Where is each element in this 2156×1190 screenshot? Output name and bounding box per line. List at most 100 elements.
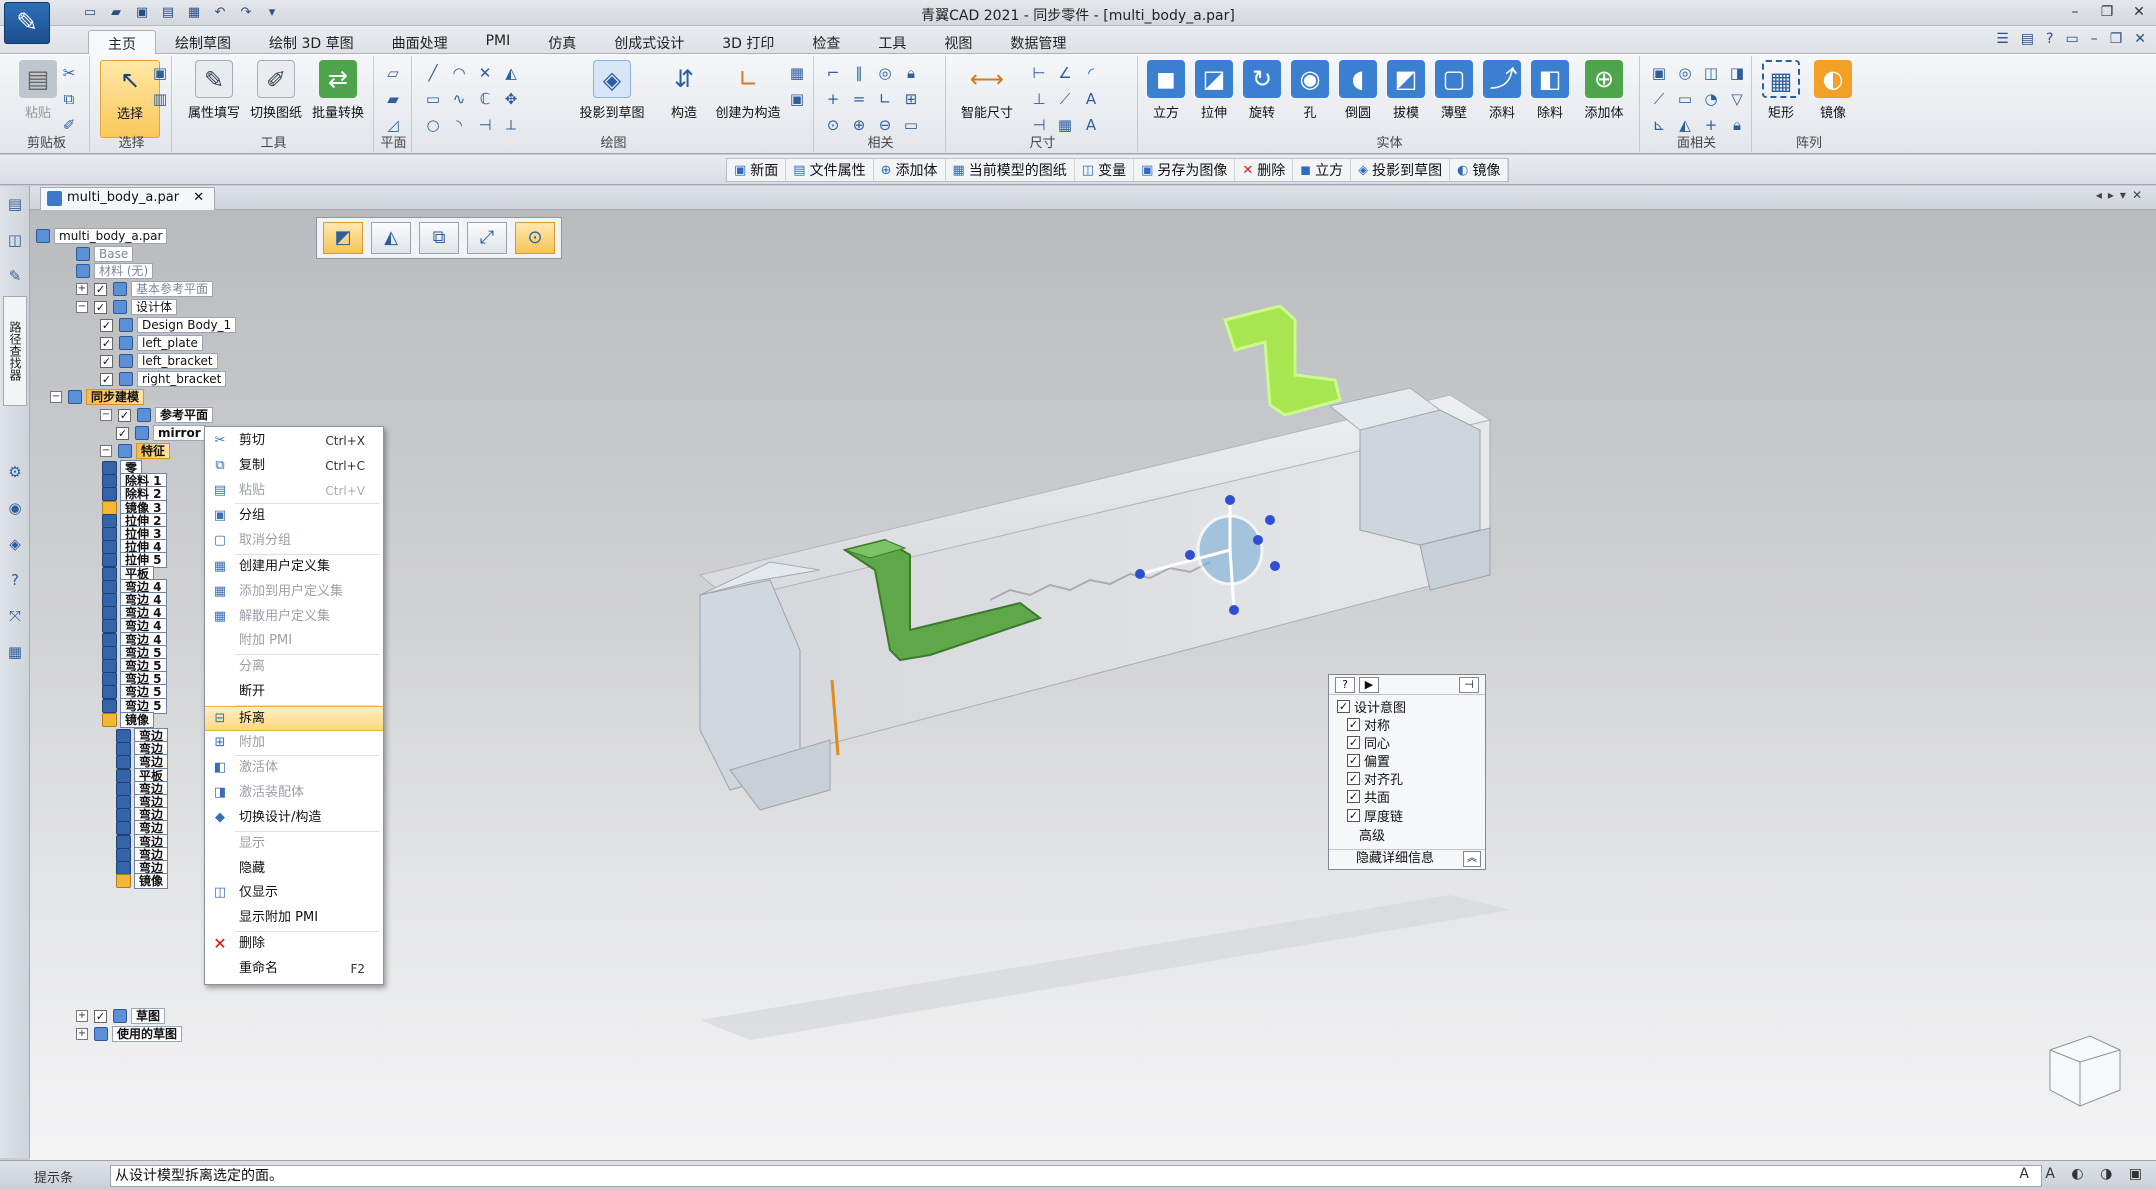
tree-node[interactable]: + ✓ 草图 <box>76 1008 166 1024</box>
pathfinder-icon[interactable]: ▤ <box>0 186 30 222</box>
command-item-7[interactable]: ◼ 立方 <box>1293 159 1352 181</box>
tab-5[interactable]: 仿真 <box>529 30 595 57</box>
axis-handle[interactable] <box>1270 561 1280 571</box>
menu-item-11[interactable]: ⊟ 拆离 <box>205 705 383 731</box>
tree-node[interactable]: − 同步建模 <box>50 389 145 405</box>
checkbox[interactable]: ✓ <box>100 318 113 332</box>
tab-8[interactable]: 检查 <box>793 30 859 57</box>
tree-node[interactable]: + 使用的草图 <box>76 1026 183 1042</box>
right-block[interactable] <box>1359 409 1481 546</box>
command-item-3[interactable]: ▦ 当前模型的图纸 <box>946 159 1075 181</box>
plane-icon[interactable]: ▱ <box>382 62 404 86</box>
hide-details-button[interactable]: 隐藏详细信息 ︽ <box>1329 849 1485 869</box>
lock-icon[interactable]: 🔒︎ <box>900 62 922 86</box>
coordinate-icon[interactable]: ⊥ <box>1028 88 1050 112</box>
axis-handle[interactable] <box>1253 535 1263 545</box>
concentric-icon[interactable]: ◎ <box>874 62 896 86</box>
parts-icon[interactable]: ◈ <box>0 526 30 562</box>
tab-10[interactable]: 视图 <box>925 30 991 57</box>
menu-item-18[interactable]: ◫ 仅显示 <box>205 881 383 906</box>
checkbox[interactable]: ✓ <box>100 336 113 350</box>
command-item-5[interactable]: ▣ 另存为图像 <box>1134 159 1236 181</box>
checkbox[interactable]: ✓ <box>118 408 131 422</box>
sketch-view-icon[interactable]: ▦ <box>786 62 808 86</box>
intent-option-checkbox[interactable]: ✓ 对齐孔 <box>1347 770 1403 788</box>
text-dim-icon[interactable]: A <box>1080 88 1102 112</box>
menu-item-21[interactable]: 重命名 F2 <box>205 957 383 982</box>
construct-button[interactable]: ⇵ 构造 <box>654 60 714 121</box>
doc-restore-icon[interactable]: ❐ <box>2110 31 2123 47</box>
project-to-sketch-button[interactable]: ◈ 投影到草图 <box>574 60 650 121</box>
options-icon[interactable]: ▤ <box>2021 31 2034 47</box>
trim-icon[interactable]: ✕ <box>474 62 496 86</box>
line-icon[interactable]: ╱ <box>422 62 444 86</box>
intent-help-icon[interactable]: ? <box>1335 677 1355 693</box>
sketch-view-icon[interactable]: ◩ <box>323 222 363 254</box>
connect-icon[interactable]: + <box>822 88 844 112</box>
prompt-bar-input[interactable]: 从设计模型拆离选定的面。 <box>110 1165 2042 1187</box>
features-library-icon[interactable]: ⚙ <box>0 454 30 490</box>
switch-drawing-button[interactable]: ✐ 切换图纸 <box>246 60 306 121</box>
help-panel-icon[interactable]: ? <box>0 562 30 598</box>
face-align-icon[interactable]: ◔ <box>1700 88 1722 112</box>
parallel-icon[interactable]: ∥ <box>848 62 870 86</box>
cut-icon[interactable]: ✂ <box>58 62 80 86</box>
doc-min-icon[interactable]: – <box>2091 31 2098 47</box>
plane-offset-icon[interactable]: ▰ <box>382 88 404 112</box>
fit-icon[interactable]: ⤧ <box>0 598 30 634</box>
menu-item-5[interactable]: ▦ 创建用户定义集 <box>205 555 383 580</box>
add-material-button[interactable]: ⤴ 添料 <box>1478 60 1526 121</box>
pathfinder-tab[interactable]: 路径查找器 <box>3 296 27 406</box>
checkbox[interactable]: ✓ <box>94 282 107 296</box>
intent-option-checkbox[interactable]: ✓ 厚度链 <box>1347 806 1403 825</box>
menu-item-3[interactable]: ▣ 分组 <box>205 504 383 529</box>
perpendicular-icon[interactable]: ⌐ <box>822 62 844 86</box>
intent-option-checkbox[interactable]: ✓ 偏置 <box>1347 751 1390 770</box>
menu-item-1[interactable]: ⧉ 复制 Ctrl+C <box>205 454 383 479</box>
menu-item-20[interactable]: ✕ 删除 <box>205 932 383 957</box>
intent-option-checkbox[interactable]: ✓ 对称 <box>1347 715 1390 734</box>
expander-icon[interactable]: + <box>76 283 88 295</box>
intent-option-checkbox[interactable]: ✓ 共面 <box>1347 788 1390 806</box>
menu-item-10[interactable]: 断开 <box>205 680 383 705</box>
tab-0[interactable]: 主页 <box>88 30 156 57</box>
tab-navigation-icons[interactable]: ◂▸▾✕ <box>2096 188 2148 202</box>
checkbox[interactable]: ✓ <box>100 372 113 386</box>
intent-option-checkbox[interactable]: ✓ 同心 <box>1347 733 1390 752</box>
fit-view-icon[interactable]: ⤢ <box>467 222 507 254</box>
expander-icon[interactable]: − <box>100 445 112 457</box>
equal-icon[interactable]: = <box>848 88 870 112</box>
expander-icon[interactable]: − <box>100 409 112 421</box>
symmetric-icon[interactable]: ⊞ <box>900 88 922 112</box>
layers-icon[interactable]: ◫ <box>0 222 30 258</box>
batch-convert-button[interactable]: ⇄ 批量转换 <box>308 60 368 121</box>
ribbon-minimize-icon[interactable]: ▭ <box>2065 31 2078 47</box>
face-color-icon[interactable]: ▽ <box>1726 88 1748 112</box>
extrude-button[interactable]: ◪ 拉伸 <box>1190 60 1238 121</box>
create-as-construct-button[interactable]: ∟ 创建为构造 <box>710 60 786 121</box>
tree-node[interactable]: multi_body_a.par <box>36 228 168 244</box>
cut-material-button[interactable]: ◧ 除料 <box>1526 60 1574 121</box>
command-item-4[interactable]: ◫ 变量 <box>1075 159 1135 181</box>
intent-play-icon[interactable]: ▶ <box>1359 677 1379 693</box>
tab-4[interactable]: PMI <box>467 30 530 57</box>
intent-advanced[interactable]: 高级 <box>1359 825 1385 844</box>
menu-item-17[interactable]: 隐藏 <box>205 857 383 882</box>
tree-node[interactable]: − 特征 <box>100 443 171 459</box>
close-button[interactable]: ✕ <box>2128 2 2150 22</box>
checkbox[interactable]: ✓ <box>116 426 129 440</box>
command-item-0[interactable]: ▣ 新面 <box>727 159 787 181</box>
chamfer-dim-icon[interactable]: ⟋ <box>1054 88 1076 112</box>
fill-icon[interactable]: ◭ <box>500 62 522 86</box>
doc-close-icon[interactable]: ✕ <box>2134 31 2146 47</box>
axis-handle[interactable] <box>1225 495 1235 505</box>
tab-3[interactable]: 曲面处理 <box>373 30 467 57</box>
tab-9[interactable]: 工具 <box>859 30 925 57</box>
checkbox[interactable]: ✓ <box>94 1009 107 1023</box>
menu-item-15[interactable]: ◆ 切换设计/构造 <box>205 806 383 831</box>
rect-pattern-button[interactable]: ▦ 矩形 <box>1756 60 1806 121</box>
mirror-button[interactable]: ◐ 镜像 <box>1808 60 1858 121</box>
command-item-9[interactable]: ◐ 镜像 <box>1450 159 1509 181</box>
view-cube-icon[interactable] <box>2049 1035 2121 1107</box>
restore-button[interactable]: ❐ <box>2096 2 2118 22</box>
